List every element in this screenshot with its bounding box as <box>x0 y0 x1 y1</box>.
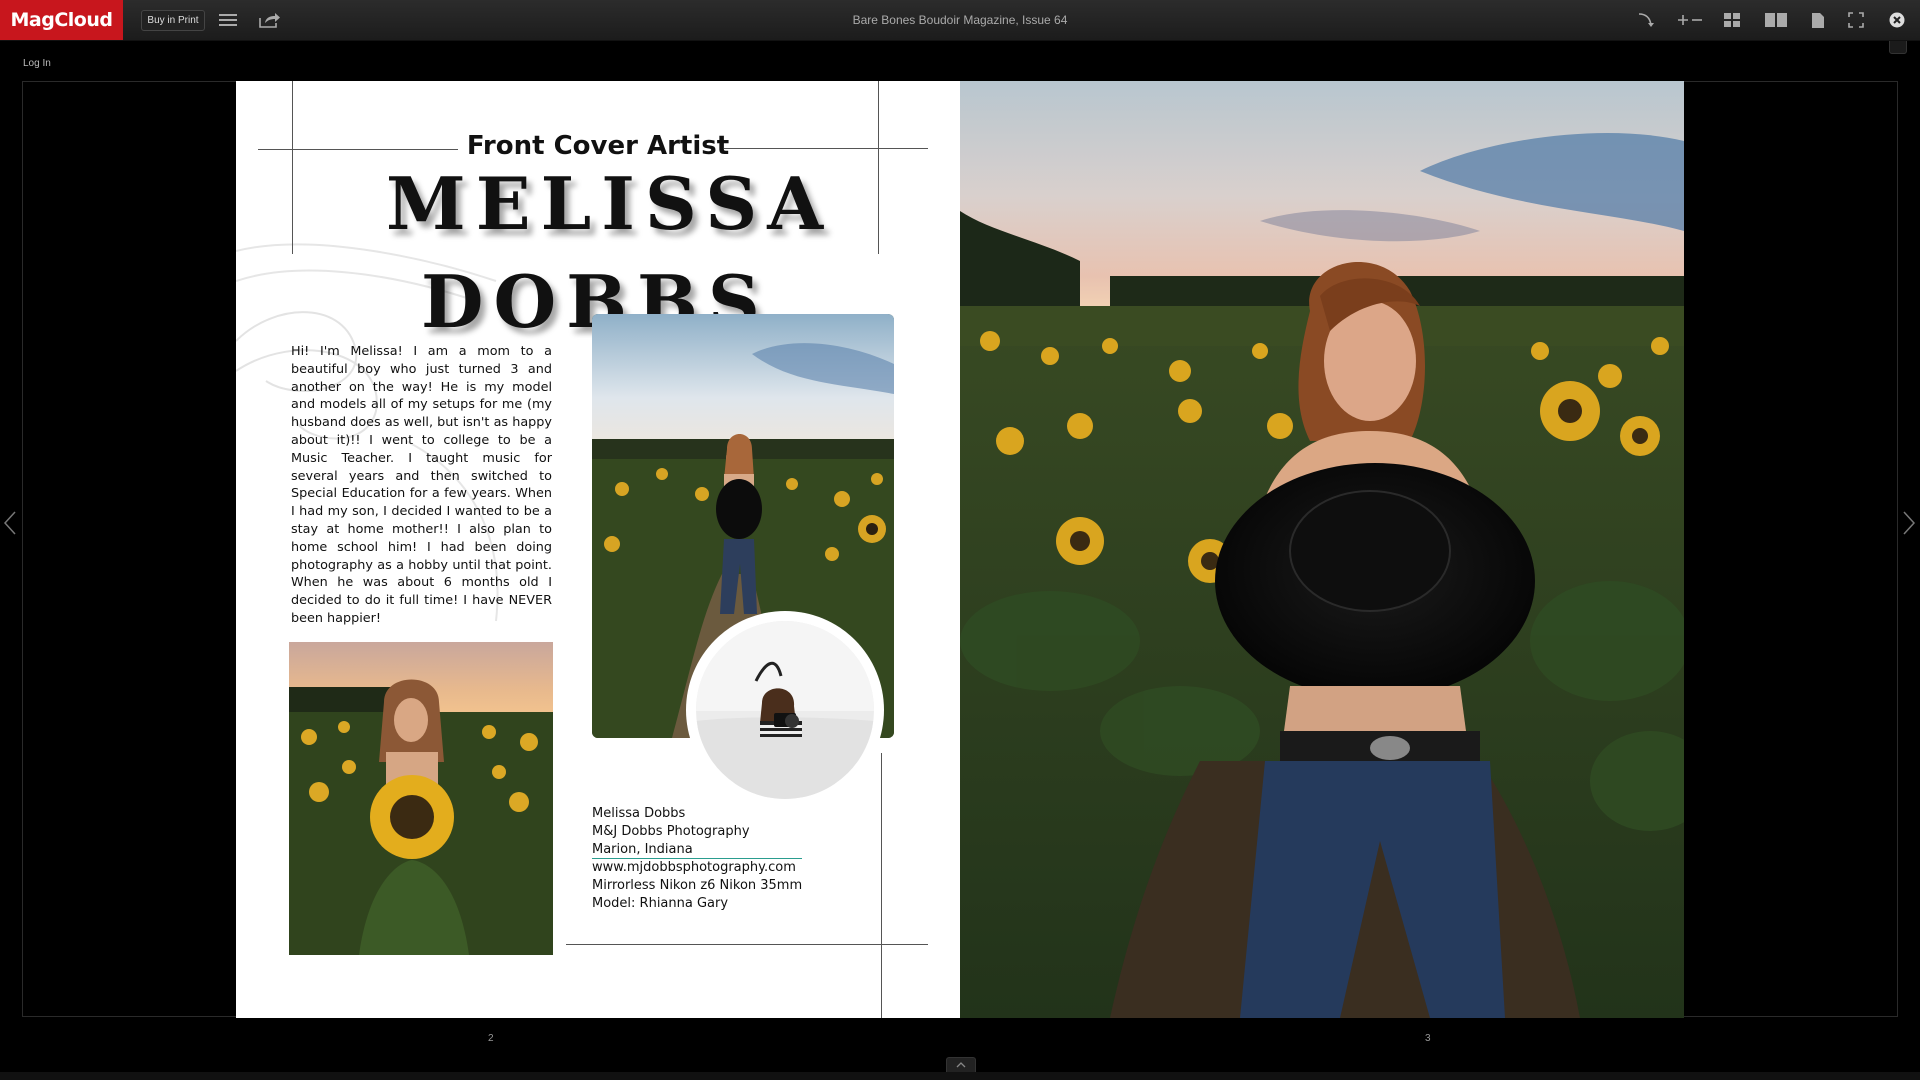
fullscreen-icon[interactable] <box>1844 8 1868 32</box>
magazine-page-3[interactable] <box>960 81 1684 1018</box>
kicker-heading: Front Cover Artist <box>466 131 730 161</box>
bottom-bar <box>0 1072 1920 1080</box>
previous-page-arrow[interactable] <box>3 510 19 540</box>
login-link[interactable]: Log In <box>23 58 51 69</box>
thumbnail-drawer-handle[interactable] <box>946 1057 976 1073</box>
frame-line <box>292 81 293 254</box>
frame-line <box>881 753 882 1018</box>
frame-line <box>566 944 928 945</box>
photographer-portrait-photo <box>696 621 874 799</box>
panel-handle[interactable] <box>1889 41 1907 54</box>
credit-camera: Mirrorless Nikon z6 Nikon 35mm <box>592 878 803 894</box>
document-title: Bare Bones Boudoir Magazine, Issue 64 <box>852 13 1068 27</box>
zoom-icon[interactable] <box>1676 8 1704 32</box>
cover-photo <box>960 81 1684 1018</box>
two-page-icon[interactable] <box>1764 8 1788 32</box>
magazine-page-2[interactable]: Front Cover Artist MELISSA DOBBS Hi! I'm… <box>236 81 960 1018</box>
toolbar: MagCloud Buy in Print Bare Bones Boudoir… <box>0 0 1920 41</box>
next-page-arrow[interactable] <box>1902 510 1918 540</box>
artist-first-name: MELISSA <box>386 161 834 246</box>
frame-line <box>878 81 879 254</box>
rotate-icon[interactable] <box>1634 8 1658 32</box>
single-page-icon[interactable] <box>1806 8 1830 32</box>
sunflower-portrait-photo <box>289 642 553 955</box>
grid-icon[interactable] <box>1720 8 1744 32</box>
credit-model: Model: Rhianna Gary <box>592 895 729 911</box>
artist-bio: Hi! I'm Melissa! I am a mom to a beautif… <box>291 344 552 626</box>
credit-studio: M&J Dobbs Photography <box>592 823 750 839</box>
credit-name: Melissa Dobbs <box>592 806 686 821</box>
circle-photo-frame <box>686 611 884 809</box>
page-number-left: 2 <box>488 1033 494 1044</box>
close-icon[interactable] <box>1885 8 1909 32</box>
credit-location: Marion, Indiana <box>592 841 802 860</box>
credit-website: www.mjdobbsphotography.com <box>592 860 796 876</box>
chevron-up-icon <box>956 1062 966 1068</box>
artist-credits: Melissa Dobbs M&J Dobbs Photography Mari… <box>592 805 802 913</box>
page-number-right: 3 <box>1425 1033 1431 1044</box>
